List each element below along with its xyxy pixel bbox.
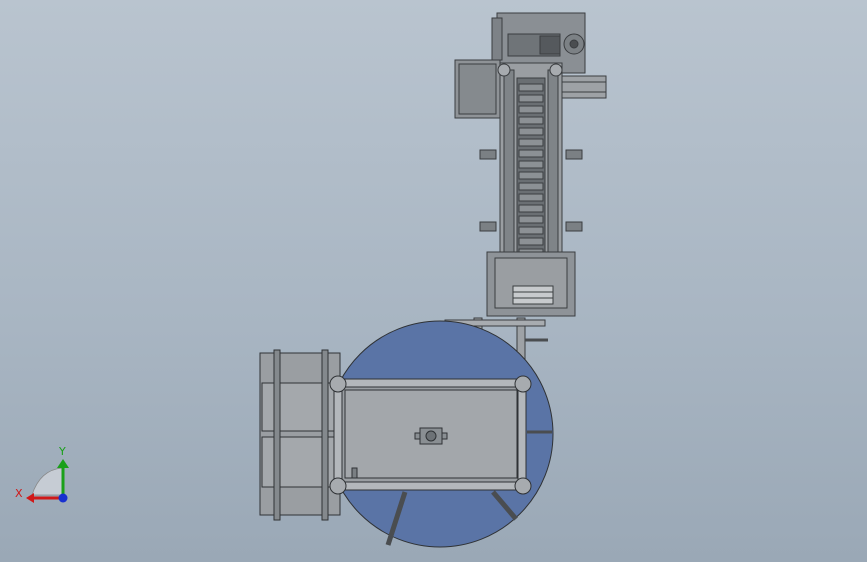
- belt-slat: [518, 160, 544, 169]
- belt-slat: [518, 204, 544, 213]
- side-guard-left-top: [491, 17, 503, 61]
- corner-post: [329, 477, 347, 495]
- belt-slat: [518, 226, 544, 235]
- belt-slat: [518, 94, 544, 103]
- x-axis-arrowhead: [26, 493, 34, 503]
- belt-slat: [518, 182, 544, 191]
- belt-slat: [518, 215, 544, 224]
- drive-pulley-hub: [569, 39, 579, 49]
- frame-bar-left: [333, 382, 343, 488]
- corner-post: [514, 375, 532, 393]
- sensor-mount: [565, 149, 583, 160]
- z-axis-dot: [58, 493, 68, 503]
- x-axis-label: X: [15, 487, 23, 500]
- belt-slat: [518, 127, 544, 136]
- belt-slat: [518, 237, 544, 246]
- sensor-mount: [479, 149, 497, 160]
- sensor-mount: [479, 221, 497, 232]
- conveyor-rail-left: [503, 69, 515, 261]
- cad-viewport[interactable]: Y X: [0, 0, 867, 562]
- y-axis-label: Y: [58, 445, 66, 458]
- tail-roller: [512, 285, 554, 305]
- frame-bar-top: [337, 378, 525, 388]
- y-axis-arrowhead: [57, 459, 69, 468]
- corner-post: [329, 375, 347, 393]
- triad-plane-indicator: [31, 467, 63, 496]
- corner-post: [497, 63, 511, 77]
- belt-slat: [518, 193, 544, 202]
- corner-post: [549, 63, 563, 77]
- belt-slat: [518, 105, 544, 114]
- belt-slat: [518, 83, 544, 92]
- side-bracket-right: [561, 75, 607, 99]
- drive-motor-body: [539, 35, 561, 55]
- frame-bar-right: [517, 382, 527, 488]
- belt-slat: [518, 149, 544, 158]
- sensor-mount: [565, 221, 583, 232]
- corner-post: [514, 477, 532, 495]
- belt-slat: [518, 138, 544, 147]
- belt-slat: [518, 171, 544, 180]
- axis-triad[interactable]: Y X: [15, 445, 69, 503]
- conveyor-rail-right: [547, 69, 559, 261]
- belt-slat: [518, 116, 544, 125]
- frame-bar-bottom: [337, 481, 525, 491]
